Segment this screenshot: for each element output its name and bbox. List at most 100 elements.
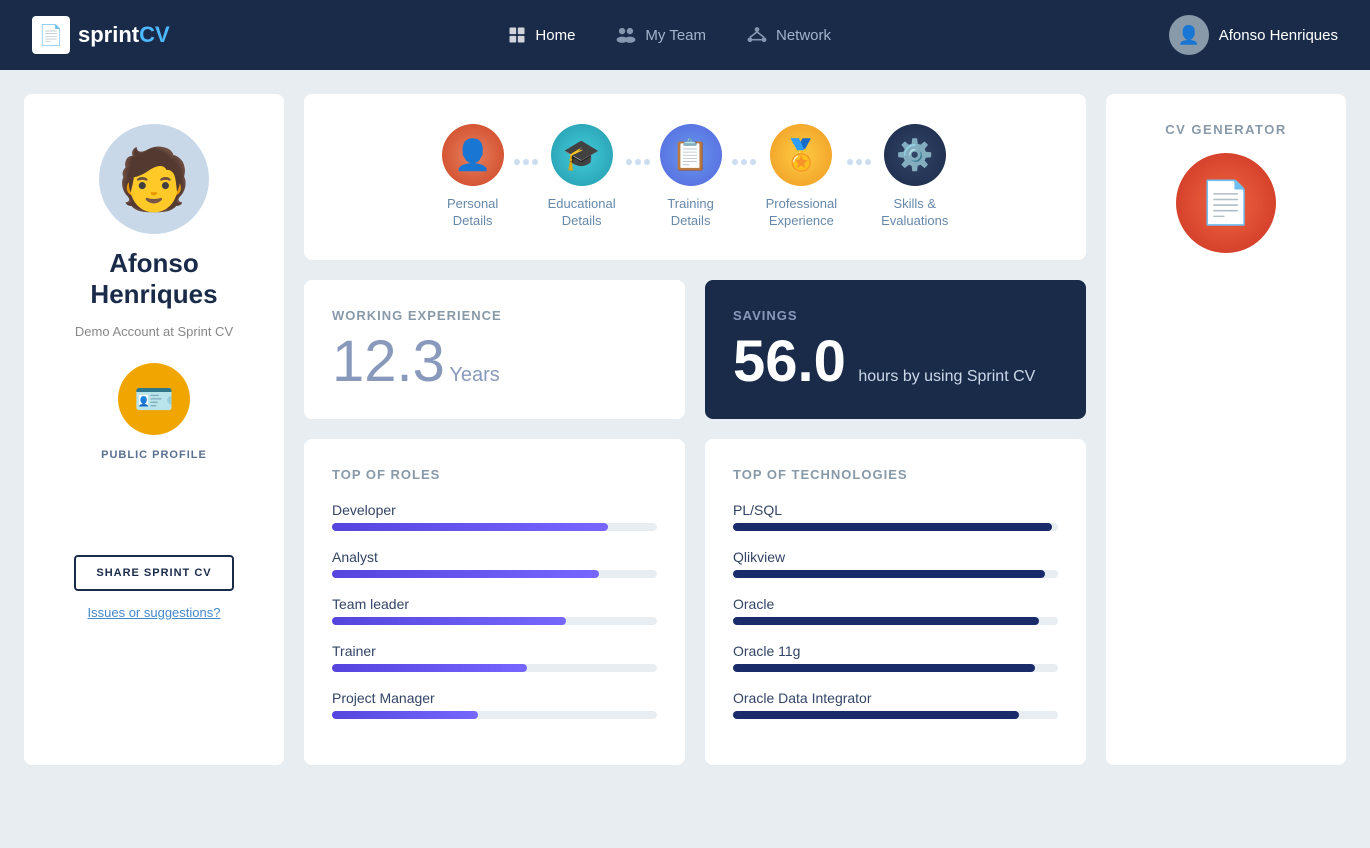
tech-fill-qlikview [733, 570, 1045, 578]
nav-my-team[interactable]: My Team [615, 25, 706, 45]
tech-label-oracle11g: Oracle 11g [733, 643, 1058, 659]
tech-bar-oracle11g: Oracle 11g [733, 643, 1058, 672]
step-label-personal: PersonalDetails [447, 196, 498, 230]
top-technologies-title: TOP OF TECHNOLOGIES [733, 467, 1058, 482]
working-number: 12.3 [332, 329, 445, 394]
step-dots-1 [504, 159, 548, 195]
savings-title: SAVINGS [733, 308, 1058, 323]
public-profile-icon[interactable]: 🪪 [118, 363, 190, 435]
nav-home[interactable]: Home [507, 25, 575, 45]
user-menu[interactable]: 👤 Afonso Henriques [1169, 15, 1338, 55]
steps-card: 👤 PersonalDetails 🎓 EducationalDetails 📋… [304, 94, 1086, 260]
tech-fill-odi [733, 711, 1019, 719]
tech-track-plsql [733, 523, 1058, 531]
savings-description: hours by using Sprint CV [858, 368, 1035, 385]
tech-bar-plsql: PL/SQL [733, 502, 1058, 531]
tech-track-oracle11g [733, 664, 1058, 672]
role-label-developer: Developer [332, 502, 657, 518]
issues-link[interactable]: Issues or suggestions? [88, 605, 221, 620]
top-technologies-card: TOP OF TECHNOLOGIES PL/SQL Qlikview Orac… [705, 439, 1086, 765]
top-roles-card: TOP OF ROLES Developer Analyst Team lead… [304, 439, 685, 765]
nav-network[interactable]: Network [746, 25, 831, 45]
logo-icon: 📄 [32, 16, 70, 54]
navbar: 📄 sprintCV Home My Team Network 👤 Afonso… [0, 0, 1370, 70]
step-dots-3 [722, 159, 766, 195]
step-label-training: TrainingDetails [667, 196, 713, 230]
logo[interactable]: 📄 sprintCV [32, 16, 170, 54]
savings-number: 56.0 [733, 329, 846, 394]
step-label-skills: Skills &Evaluations [881, 196, 948, 230]
tech-track-qlikview [733, 570, 1058, 578]
center-column: 👤 PersonalDetails 🎓 EducationalDetails 📋… [304, 94, 1086, 765]
tech-label-odi: Oracle Data Integrator [733, 690, 1058, 706]
cv-generator-title: CV GENERATOR [1165, 122, 1287, 137]
role-track-team-leader [332, 617, 657, 625]
working-unit: Years [449, 364, 499, 386]
step-dots-4 [837, 159, 881, 195]
tech-fill-plsql [733, 523, 1052, 531]
role-track-developer [332, 523, 657, 531]
step-skills[interactable]: ⚙️ Skills &Evaluations [881, 124, 948, 230]
role-fill-project-manager [332, 711, 478, 719]
logo-text: sprintCV [78, 22, 170, 48]
share-button[interactable]: SHARE SPRINT CV [74, 555, 233, 591]
role-track-analyst [332, 570, 657, 578]
tech-track-odi [733, 711, 1058, 719]
role-track-trainer [332, 664, 657, 672]
step-training[interactable]: 📋 TrainingDetails [660, 124, 722, 230]
step-educational[interactable]: 🎓 EducationalDetails [548, 124, 616, 230]
working-value-row: 12.3 Years [332, 333, 657, 391]
home-icon [507, 25, 527, 45]
role-bar-team-leader: Team leader [332, 596, 657, 625]
step-icon-personal: 👤 [442, 124, 504, 186]
top-roles-title: TOP OF ROLES [332, 467, 657, 482]
tech-fill-oracle11g [733, 664, 1035, 672]
working-experience-card: WORKING EXPERIENCE 12.3 Years [304, 280, 685, 419]
step-icon-training: 📋 [660, 124, 722, 186]
step-icon-skills: ⚙️ [884, 124, 946, 186]
cv-generator-icon[interactable]: 📄 [1176, 153, 1276, 253]
role-label-team-leader: Team leader [332, 596, 657, 612]
tech-label-plsql: PL/SQL [733, 502, 1058, 518]
role-label-trainer: Trainer [332, 643, 657, 659]
role-fill-developer [332, 523, 608, 531]
role-bar-trainer: Trainer [332, 643, 657, 672]
role-bar-developer: Developer [332, 502, 657, 531]
team-icon [615, 25, 637, 45]
user-avatar-nav: 👤 [1169, 15, 1209, 55]
savings-card: SAVINGS 56.0 hours by using Sprint CV [705, 280, 1086, 419]
public-profile-label: PUBLIC PROFILE [101, 449, 207, 461]
step-icon-educational: 🎓 [551, 124, 613, 186]
role-fill-analyst [332, 570, 599, 578]
step-personal[interactable]: 👤 PersonalDetails [442, 124, 504, 230]
tech-fill-oracle [733, 617, 1039, 625]
cv-generator-card: CV GENERATOR 📄 [1106, 94, 1346, 765]
avatar: 🧑 [99, 124, 209, 234]
bottom-row: TOP OF ROLES Developer Analyst Team lead… [304, 439, 1086, 765]
tech-bar-qlikview: Qlikview [733, 549, 1058, 578]
step-label-educational: EducationalDetails [548, 196, 616, 230]
step-dots-2 [616, 159, 660, 195]
user-subtitle: Demo Account at Sprint CV [75, 324, 233, 339]
nav-links: Home My Team Network [507, 25, 831, 45]
step-professional[interactable]: 🏅 ProfessionalExperience [766, 124, 838, 230]
role-bar-analyst: Analyst [332, 549, 657, 578]
tech-label-qlikview: Qlikview [733, 549, 1058, 565]
sidebar-card: 🧑 Afonso Henriques Demo Account at Sprin… [24, 94, 284, 765]
role-fill-trainer [332, 664, 527, 672]
network-icon [746, 25, 768, 45]
tech-label-oracle: Oracle [733, 596, 1058, 612]
working-title: WORKING EXPERIENCE [332, 308, 657, 323]
tech-bar-odi: Oracle Data Integrator [733, 690, 1058, 719]
role-fill-team-leader [332, 617, 566, 625]
role-label-analyst: Analyst [332, 549, 657, 565]
main-content: 🧑 Afonso Henriques Demo Account at Sprin… [0, 70, 1370, 789]
user-name: Afonso Henriques [44, 248, 264, 310]
stats-row: WORKING EXPERIENCE 12.3 Years SAVINGS 56… [304, 280, 1086, 419]
step-label-professional: ProfessionalExperience [766, 196, 838, 230]
step-icon-professional: 🏅 [770, 124, 832, 186]
savings-value-row: 56.0 hours by using Sprint CV [733, 333, 1058, 391]
tech-track-oracle [733, 617, 1058, 625]
tech-bar-oracle: Oracle [733, 596, 1058, 625]
role-bar-project-manager: Project Manager [332, 690, 657, 719]
